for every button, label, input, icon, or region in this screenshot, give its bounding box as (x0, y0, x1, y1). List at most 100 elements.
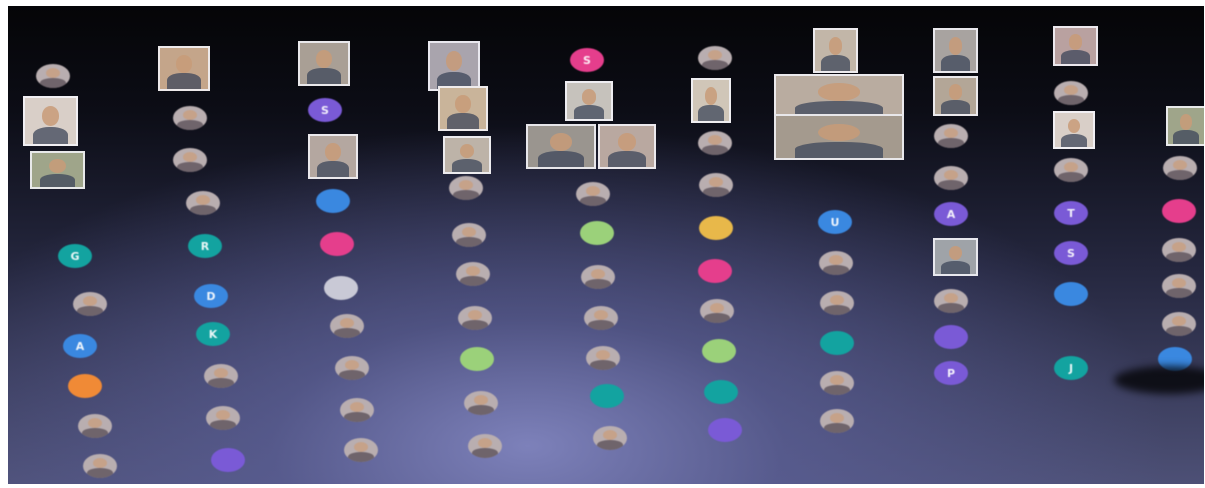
participant-initial-avatar[interactable] (699, 216, 733, 240)
participant-photo-avatar[interactable] (340, 398, 374, 422)
participant-initial-avatar[interactable]: P (934, 361, 968, 385)
participant-initial-avatar[interactable] (320, 232, 354, 256)
video-tile[interactable] (308, 134, 358, 179)
participant-initial-avatar[interactable]: S (1054, 241, 1088, 265)
participant-photo-avatar[interactable] (452, 223, 486, 247)
participant-photo-avatar[interactable] (456, 262, 490, 286)
video-tile[interactable] (813, 28, 858, 73)
participant-initial-avatar[interactable] (580, 221, 614, 245)
video-tile[interactable] (443, 136, 491, 174)
participant-photo-avatar[interactable] (1054, 158, 1088, 182)
video-tile[interactable] (1166, 106, 1204, 146)
participant-photo-avatar[interactable] (934, 289, 968, 313)
participant-photo-avatar[interactable] (464, 391, 498, 415)
participant-initial-avatar[interactable] (708, 418, 742, 442)
participant-face (325, 143, 341, 161)
participant-photo-avatar[interactable] (173, 106, 207, 130)
participant-body (1173, 130, 1199, 144)
participant-face (817, 123, 861, 142)
participant-initial-avatar[interactable] (316, 189, 350, 213)
participant-face (817, 83, 861, 101)
participant-photo-avatar[interactable] (934, 166, 968, 190)
participant-body (446, 113, 480, 129)
participant-photo-avatar[interactable] (173, 148, 207, 172)
participant-initial-avatar[interactable] (702, 339, 736, 363)
participant-initial-avatar[interactable] (1054, 282, 1088, 306)
participant-body (608, 151, 646, 167)
participant-initial-avatar[interactable]: K (196, 322, 230, 346)
video-tile[interactable] (23, 96, 78, 146)
participant-photo-avatar[interactable] (820, 409, 854, 433)
participant-initial-avatar[interactable] (704, 380, 738, 404)
video-tile[interactable] (158, 46, 210, 91)
participant-photo-avatar[interactable] (700, 299, 734, 323)
participant-photo-avatar[interactable] (1162, 274, 1196, 298)
participant-photo-avatar[interactable] (576, 182, 610, 206)
participant-initial-avatar[interactable]: R (188, 234, 222, 258)
video-tile[interactable] (1053, 26, 1098, 66)
participant-photo-avatar[interactable] (581, 265, 615, 289)
participant-photo-avatar[interactable] (330, 314, 364, 338)
participant-initial-avatar[interactable]: D (194, 284, 228, 308)
video-tile[interactable] (1053, 111, 1095, 149)
participant-photo-avatar[interactable] (820, 371, 854, 395)
participant-photo-avatar[interactable] (1163, 156, 1197, 180)
video-tile[interactable] (428, 41, 480, 91)
video-tile[interactable] (438, 86, 488, 131)
participant-initial-avatar[interactable] (211, 448, 245, 472)
participant-photo-avatar[interactable] (699, 173, 733, 197)
video-tile[interactable] (933, 28, 978, 73)
participant-initial-avatar[interactable]: T (1054, 201, 1088, 225)
participant-photo-avatar[interactable] (1054, 81, 1088, 105)
participant-photo-avatar[interactable] (819, 251, 853, 275)
participant-photo-avatar[interactable] (449, 176, 483, 200)
participant-photo-avatar[interactable] (820, 291, 854, 315)
video-tile[interactable] (526, 124, 596, 169)
participant-initial-avatar[interactable] (460, 347, 494, 371)
participant-photo-avatar[interactable] (204, 364, 238, 388)
video-tile[interactable] (774, 74, 904, 119)
video-tile[interactable] (691, 78, 731, 123)
participant-initial-avatar[interactable] (590, 384, 624, 408)
participant-photo-avatar[interactable] (468, 434, 502, 458)
participant-photo-avatar[interactable] (186, 191, 220, 215)
video-tile[interactable] (298, 41, 350, 86)
participant-photo-avatar[interactable] (593, 426, 627, 450)
participant-photo-avatar[interactable] (83, 454, 117, 478)
participant-initial-avatar[interactable]: U (818, 210, 852, 234)
participant-initial-avatar[interactable] (324, 276, 358, 300)
participant-initial-avatar[interactable]: A (934, 202, 968, 226)
participant-initial-avatar[interactable]: S (570, 48, 604, 72)
participant-body (941, 100, 970, 114)
participant-photo-avatar[interactable] (78, 414, 112, 438)
participant-initial-avatar[interactable] (698, 259, 732, 283)
participant-photo-avatar[interactable] (584, 306, 618, 330)
video-tile[interactable] (933, 238, 978, 276)
participant-body (698, 105, 724, 121)
participant-photo-avatar[interactable] (698, 46, 732, 70)
participant-initial-avatar[interactable] (820, 331, 854, 355)
participant-photo-avatar[interactable] (206, 406, 240, 430)
participant-initial-avatar[interactable]: J (1054, 356, 1088, 380)
participant-initial-avatar[interactable]: G (58, 244, 92, 268)
video-tile[interactable] (774, 114, 904, 160)
video-tile[interactable] (565, 81, 613, 121)
participant-photo-avatar[interactable] (335, 356, 369, 380)
participant-initial-avatar[interactable] (1162, 199, 1196, 223)
participant-initial-avatar[interactable] (68, 374, 102, 398)
participant-photo-avatar[interactable] (1162, 238, 1196, 262)
video-tile[interactable] (30, 151, 85, 189)
participant-photo-avatar[interactable] (344, 438, 378, 462)
participant-initial-avatar[interactable]: A (63, 334, 97, 358)
video-tile[interactable] (933, 76, 978, 116)
participant-photo-avatar[interactable] (36, 64, 70, 88)
participant-photo-avatar[interactable] (1162, 312, 1196, 336)
participant-photo-avatar[interactable] (934, 124, 968, 148)
participant-photo-avatar[interactable] (73, 292, 107, 316)
participant-initial-avatar[interactable]: S (308, 98, 342, 122)
participant-initial-avatar[interactable] (934, 325, 968, 349)
participant-photo-avatar[interactable] (698, 131, 732, 155)
participant-photo-avatar[interactable] (458, 306, 492, 330)
video-tile[interactable] (598, 124, 656, 169)
participant-photo-avatar[interactable] (586, 346, 620, 370)
